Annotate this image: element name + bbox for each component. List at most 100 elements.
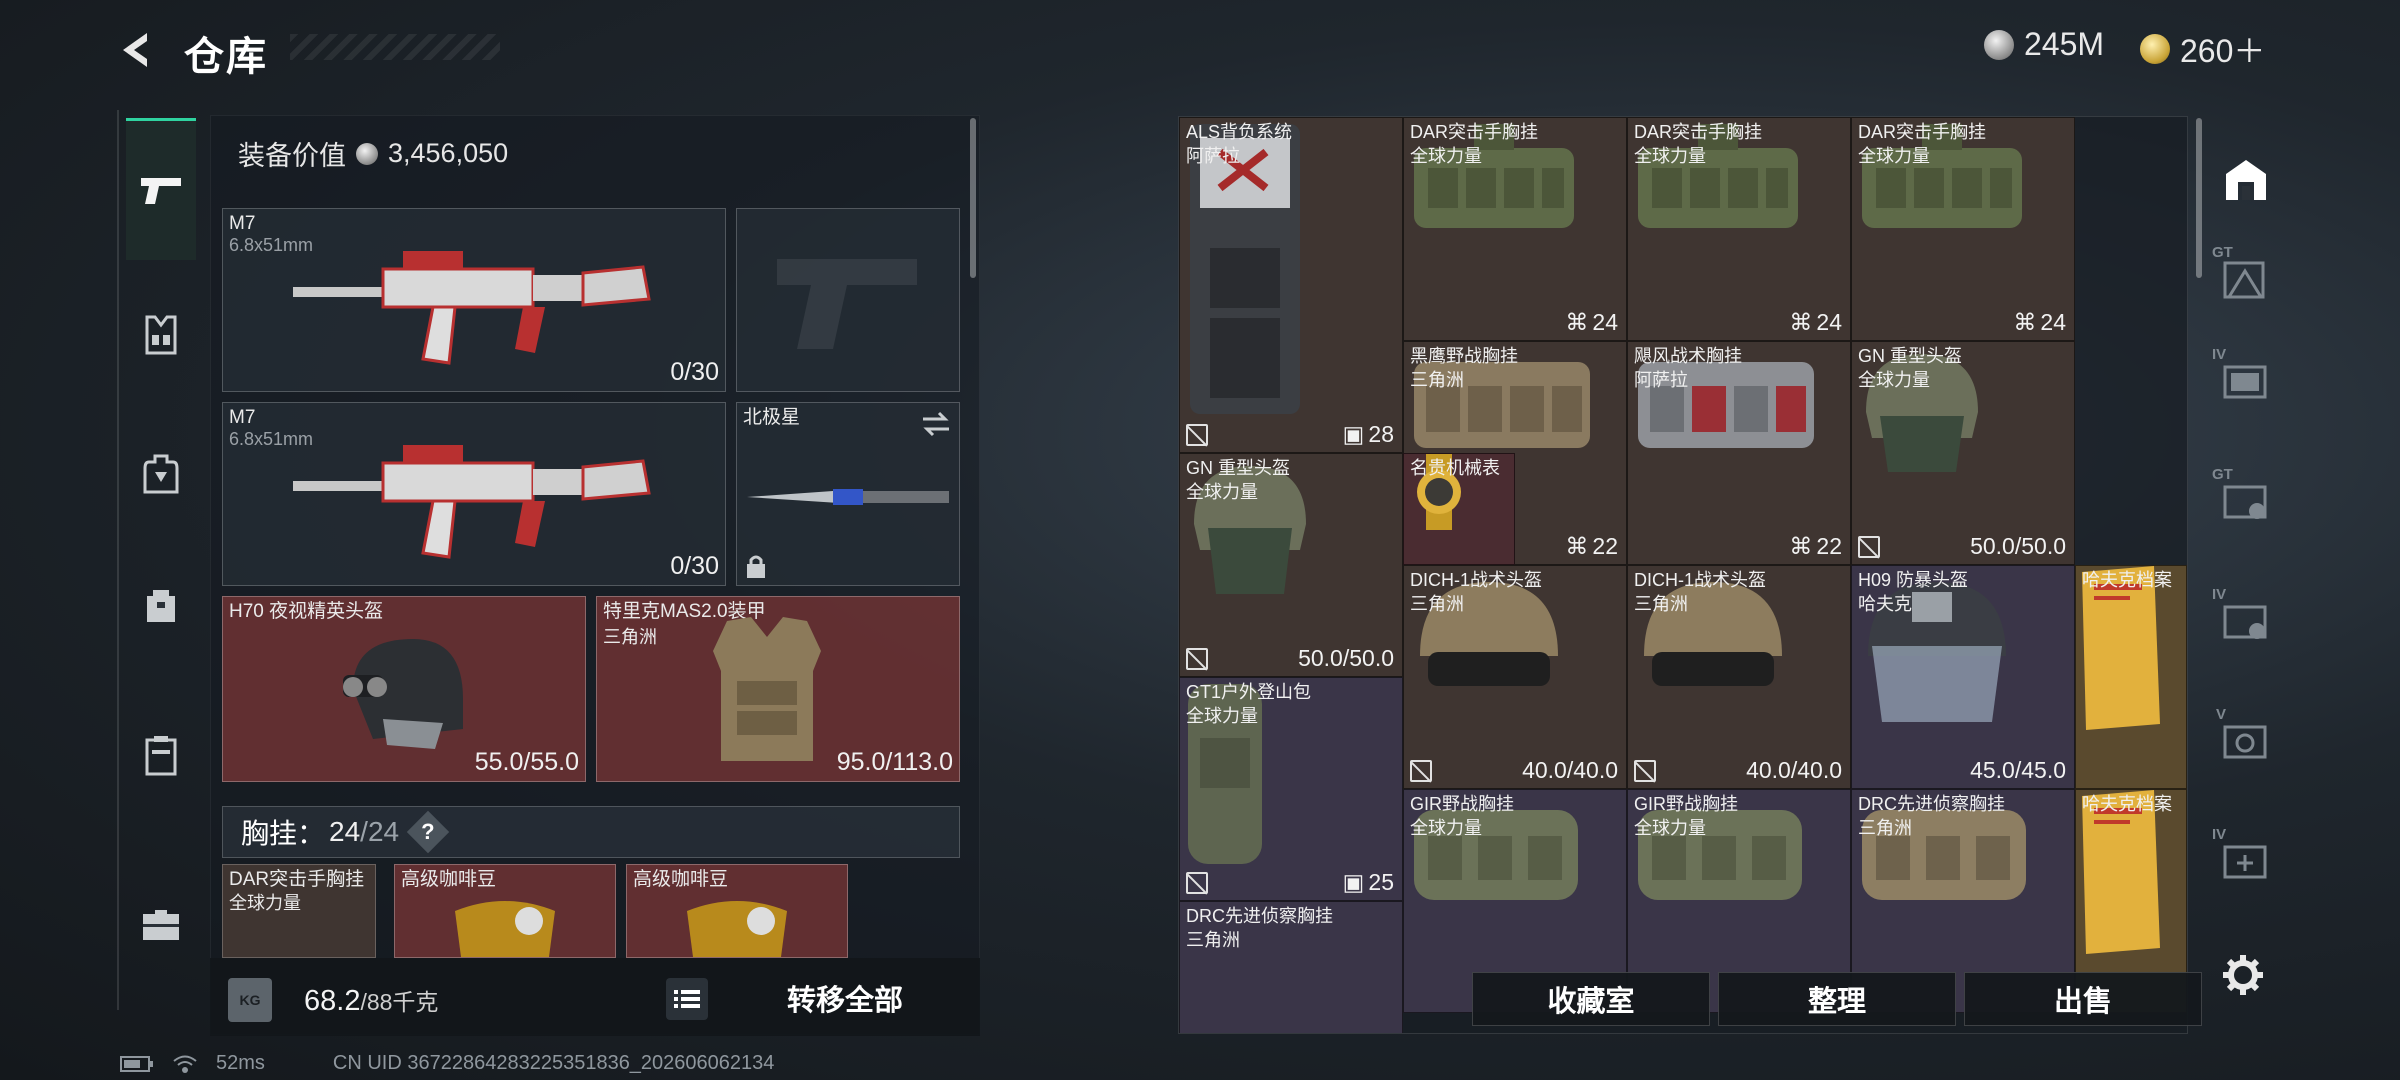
weight-icon: KG [228, 978, 272, 1022]
rig-item[interactable]: DAR突击手胸挂 全球力量 [222, 864, 376, 958]
helmet-slot[interactable]: H70 夜视精英头盔 55.0/55.0 [222, 596, 586, 782]
nav-weapons[interactable] [126, 118, 196, 260]
item-origin: 三角洲 [1186, 930, 1240, 950]
item-origin: 三角洲 [1634, 594, 1688, 614]
item-origin: 阿萨拉 [1186, 146, 1240, 166]
nav-backpack[interactable] [126, 440, 196, 510]
stash-tab[interactable]: IV [2206, 580, 2286, 660]
item-name: GN 重型头盔 [1858, 346, 1963, 366]
stash-item[interactable]: H09 防暴头盔 哈夫克 45.0/45.0 [1851, 565, 2075, 789]
help-button[interactable]: ? [406, 810, 450, 854]
stash-item[interactable]: DAR突击手胸挂 全球力量 ⌘ 24 [1403, 117, 1627, 341]
nav-chest-rig[interactable] [126, 300, 196, 370]
stash-item[interactable]: DAR突击手胸挂 全球力量 ⌘ 24 [1851, 117, 2075, 341]
rig-item[interactable]: 高级咖啡豆 [394, 864, 616, 958]
pistol-slot[interactable] [736, 208, 960, 392]
slots-icon: ▣ [1342, 421, 1365, 447]
stash-item[interactable]: GN 重型头盔 全球力量 50.0/50.0 [1851, 341, 2075, 565]
item-count: ⌘ 24 [1789, 309, 1842, 335]
stash-actions: 收藏室 整理 出售 [1472, 972, 2202, 1026]
gold-currency[interactable]: 260＋ [2140, 26, 2265, 72]
item-name: DICH-1战术头盔 [1410, 570, 1543, 590]
item-origin: 三角洲 [1858, 818, 1912, 838]
item-name: 飓风战术胸挂 [1634, 346, 1742, 366]
stash-item[interactable]: GT1户外登山包 全球力量 ▣ 25 [1179, 677, 1403, 901]
item-count: ▣ 25 [1342, 869, 1394, 895]
item-origin: 全球力量 [1634, 146, 1706, 166]
loadout-scrollbar[interactable] [970, 118, 976, 278]
nav-bag[interactable] [126, 570, 196, 640]
stash-tab-add-icon [2223, 845, 2267, 879]
stash-tab[interactable]: IV [2206, 340, 2286, 420]
stash-scrollbar[interactable] [2196, 118, 2202, 278]
stash-tab[interactable]: GT [2206, 460, 2286, 540]
stash-tab-main[interactable] [2206, 140, 2286, 220]
stash-tab-icon [2223, 485, 2267, 519]
document-image [2082, 566, 2160, 730]
item-origin: 全球力量 [1410, 146, 1482, 166]
coffee-beans-image [687, 901, 787, 957]
title-decoration [290, 34, 500, 60]
list-view-button[interactable] [666, 978, 708, 1020]
stash-item[interactable]: 名贵机械表 [1403, 453, 1515, 565]
collection-room-button[interactable]: 收藏室 [1472, 972, 1710, 1026]
bag-icon [147, 590, 175, 622]
help-icon: ? [421, 818, 435, 844]
stash-item[interactable]: ALS背负系统 阿萨拉 ▣ 28 [1179, 117, 1403, 453]
sell-button[interactable]: 出售 [1964, 972, 2202, 1026]
transfer-all-button[interactable]: 转移全部 [740, 978, 950, 1024]
weight-icon-text: KG [239, 992, 261, 1008]
item-durability: 50.0/50.0 [1970, 533, 2066, 559]
status-bar: 52ms CN UID 36722864283225351836_2026060… [120, 1052, 774, 1075]
rig-item[interactable]: 高级咖啡豆 [626, 864, 848, 958]
stash-item[interactable]: 哈夫克档案 [2075, 565, 2187, 789]
primary-weapon-slot[interactable]: M7 6.8x51mm 0/30 [222, 208, 726, 392]
back-button[interactable] [112, 22, 162, 78]
item-name: 哈夫克档案 [2082, 570, 2172, 590]
item-origin: 全球力量 [1186, 706, 1258, 726]
stash-tab-label: GT [2212, 244, 2233, 261]
stash-tab-label: V [2216, 706, 2227, 723]
sort-button[interactable]: 整理 [1718, 972, 1956, 1026]
stash-item[interactable]: DRC先进侦察胸挂 三角洲 [1179, 901, 1403, 1033]
item-origin: 阿萨拉 [1634, 370, 1688, 390]
melee-slot[interactable]: 北极星 [736, 402, 960, 586]
stash-tab-add[interactable]: IV [2206, 820, 2286, 900]
user-uid: CN UID 36722864283225351836_202606062134 [332, 1052, 775, 1074]
item-origin: 三角洲 [1410, 370, 1464, 390]
stash-item[interactable]: DICH-1战术头盔 三角洲 40.0/40.0 [1403, 565, 1627, 789]
stash-item[interactable]: DICH-1战术头盔 三角洲 40.0/40.0 [1627, 565, 1851, 789]
item-count: ⌘ 24 [1565, 309, 1618, 335]
stash-tab[interactable]: GT [2206, 240, 2286, 320]
slots-icon: ▣ [1342, 869, 1365, 895]
stash-item[interactable]: 飓风战术胸挂 阿萨拉 ⌘ 22 [1627, 341, 1851, 565]
nav-case[interactable] [126, 720, 196, 790]
stash-tab[interactable]: V [2206, 700, 2286, 780]
no-drop-icon [1634, 760, 1656, 782]
no-drop-icon [1410, 760, 1432, 782]
slots-icon: ⌘ [2013, 309, 2037, 335]
item-origin: 全球力量 [1858, 370, 1930, 390]
nav-toolbox[interactable] [126, 890, 196, 960]
secondary-weapon-slot[interactable]: M7 6.8x51mm 0/30 [222, 402, 726, 586]
armor-slot[interactable]: 特里克MAS2.0装甲 三角洲 95.0/113.0 [596, 596, 960, 782]
item-durability: 45.0/45.0 [1970, 757, 2066, 783]
gold-coin-icon [2140, 34, 2170, 64]
settings-button[interactable] [2218, 950, 2268, 1000]
silver-coin-icon [356, 142, 378, 165]
chest-rig-label: 胸挂： [241, 818, 326, 849]
item-name: GT1户外登山包 [1186, 682, 1312, 702]
stash-item[interactable]: DAR突击手胸挂 全球力量 ⌘ 24 [1627, 117, 1851, 341]
item-count: ⌘ 24 [2013, 309, 2066, 335]
weapon-ammo: 0/30 [670, 552, 719, 580]
silver-currency[interactable]: 245M [1984, 26, 2104, 63]
stash-item[interactable]: GN 重型头盔 全球力量 50.0/50.0 [1179, 453, 1403, 677]
item-name: DRC先进侦察胸挂 [1186, 906, 1333, 926]
swap-icon[interactable] [921, 411, 951, 437]
silver-coin-icon [1984, 29, 2014, 60]
stash-tab-label: IV [2212, 826, 2227, 843]
weapon-name: M7 [229, 407, 256, 428]
knife-image [747, 489, 949, 505]
coffee-beans-image [455, 901, 555, 957]
document-image [2082, 790, 2160, 954]
